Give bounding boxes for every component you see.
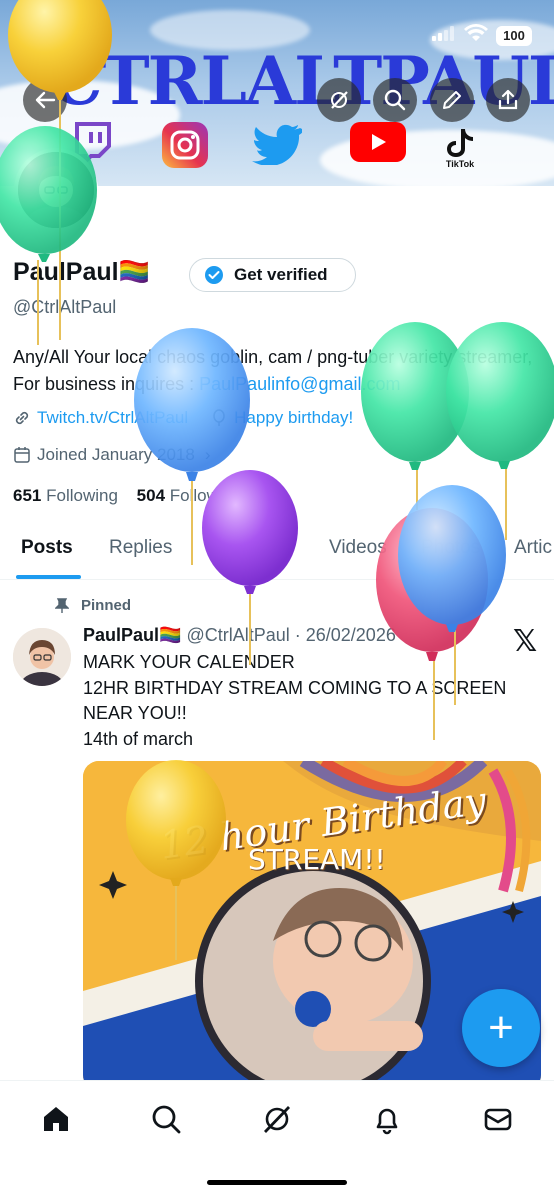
nav-search[interactable] [146,1099,186,1139]
followers-label: Followers [169,486,243,505]
pinned-label: Pinned [81,597,132,614]
bell-icon [376,1108,398,1135]
post-author-avatar[interactable] [13,628,71,686]
pinned-label-row: Pinned [55,597,131,614]
following-stat[interactable]: 651 Following [13,486,118,505]
tiktok-label: TikTok [445,159,475,169]
link-icon [15,411,29,425]
status-time: 8:04 [38,22,81,45]
youtube-icon [350,122,406,162]
follow-stats: 651 Following 504 Followers [13,486,243,506]
tab-videos[interactable]: Videos [329,537,387,559]
search-button[interactable] [373,78,417,122]
profile-bio: Any/All Your local chaos goblin, cam / p… [13,344,543,398]
pencil-icon [443,91,461,109]
nav-notifications[interactable] [367,1099,407,1139]
post-header: PaulPaul🏳️‍🌈 @CtrlAltPaul · 26/02/2026 [83,625,396,646]
tab-articles[interactable]: Artic [514,537,552,559]
search-icon [152,1105,181,1134]
tab-highlights[interactable]: Highlights [206,537,289,559]
back-button[interactable] [23,78,67,122]
nav-grok[interactable] [257,1099,297,1139]
get-verified-label: Get verified [234,265,328,284]
get-verified-button[interactable]: Get verified [189,258,356,292]
post-text: MARK YOUR CALENDER 12HR BIRTHDAY STREAM … [83,650,543,752]
search-icon [384,89,406,111]
profile-meta-links: Twitch.tv/CtrlAltPaul Happy birthday! [13,408,353,428]
wifi-icon [464,24,488,47]
home-icon [44,1107,68,1131]
website-link[interactable]: Twitch.tv/CtrlAltPaul [37,408,188,428]
profile-avatar[interactable] [14,148,98,232]
compose-post-button[interactable]: + [462,989,540,1067]
arrow-left-icon [35,91,56,109]
post-meta: @CtrlAltPaul · 26/02/2026 [186,625,396,645]
grok-button[interactable] [317,78,361,122]
share-button[interactable] [486,78,530,122]
edit-button[interactable] [430,78,474,122]
tab-photos[interactable]: Photos [421,537,480,559]
tab-posts[interactable]: Posts [21,537,73,559]
grok-icon [331,91,348,109]
nav-messages[interactable] [478,1099,518,1139]
signal-icon [432,25,456,46]
joined-row: Joined January 2018 › [13,445,211,465]
profile-handle: @CtrlAltPaul [13,297,117,317]
balloon-icon [213,409,225,426]
post-line-2: 12HR BIRTHDAY STREAM COMING TO A SCREEN … [83,677,507,724]
bio-email-link[interactable]: PaulPaulinfo@gmail.com [199,374,400,394]
tiktok-icon: TikTok [440,122,480,174]
post-author-name[interactable]: PaulPaul🏳️‍🌈 [83,625,181,645]
calendar-icon [14,447,30,463]
joined-date: Joined January 2018 [37,445,195,464]
followers-count: 504 [136,486,166,505]
profile-name: PaulPaul🏳️‍🌈 [13,258,150,286]
post-line-3: 14th of march [83,728,194,749]
post-line-1: MARK YOUR CALENDER [83,652,295,672]
following-label: Following [46,486,118,505]
moon-icon: ☾ [92,24,109,44]
pin-icon [55,597,69,613]
verified-badge-icon [205,266,223,284]
grok-icon [263,1106,291,1133]
following-count: 651 [13,486,42,505]
twitter-bird-icon [252,122,302,166]
profile-tabs: Posts Replies Highlights Videos Photos A… [0,520,554,580]
birthday-link[interactable]: Happy birthday! [234,408,353,428]
chevron-right-icon: › [204,445,211,464]
status-bar: 8:04 ☾ 100 [0,18,554,54]
instagram-icon [162,122,208,168]
media-subtitle: STREAM!! [248,843,386,876]
followers-stat[interactable]: 504 Followers [137,486,243,505]
battery-indicator: 100 [496,25,532,46]
plus-icon: + [488,1003,514,1052]
envelope-icon [484,1108,512,1131]
share-icon [498,89,518,110]
tab-replies[interactable]: Replies [109,537,172,559]
nav-home[interactable] [36,1099,76,1139]
active-tab-indicator [16,575,81,579]
home-indicator [207,1180,347,1185]
